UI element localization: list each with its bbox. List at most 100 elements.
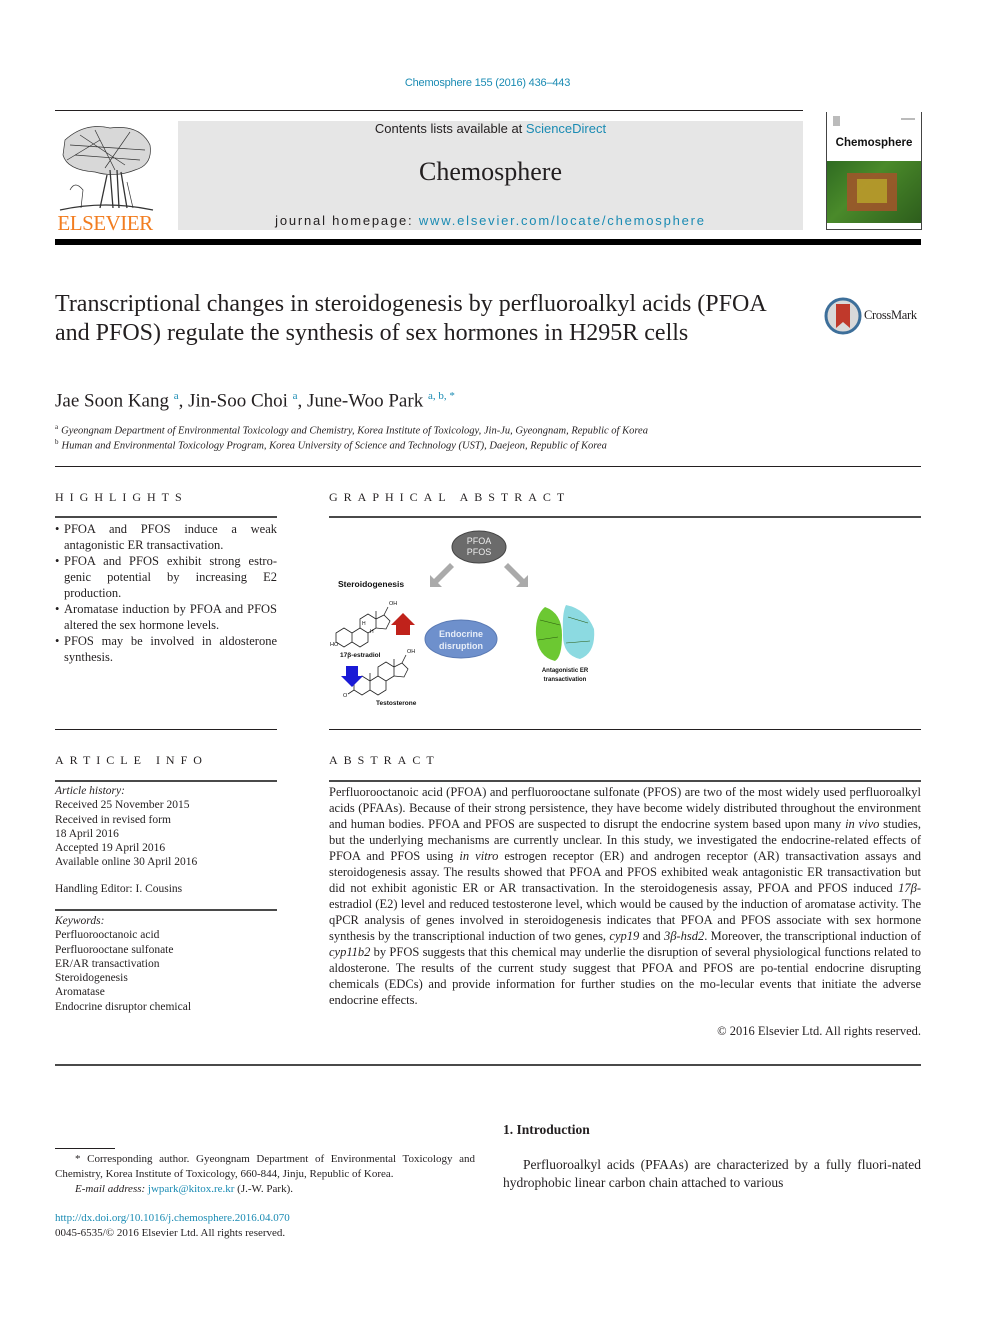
highlights-list: PFOA and PFOS induce a weak antagonistic… xyxy=(55,521,277,665)
abstract-segment: by PFOS suggests that this chemical may … xyxy=(329,945,921,1007)
increase-arrow-icon xyxy=(391,613,415,635)
keywords-label: Keywords: xyxy=(55,915,105,927)
keywords-rule xyxy=(55,909,277,911)
elsevier-logo[interactable]: ELSEVIER xyxy=(55,120,155,236)
article-info-rule xyxy=(55,780,277,782)
doi-block: http://dx.doi.org/10.1016/j.chemosphere.… xyxy=(55,1211,290,1241)
estradiol-structure xyxy=(335,606,391,648)
contents-line: Contents lists available at ScienceDirec… xyxy=(178,121,803,136)
h-label: H xyxy=(362,621,366,627)
receptor-label-line2: transactivation xyxy=(544,677,587,683)
history-item: Received 25 November 2015 xyxy=(55,799,190,812)
cover-logo-icon xyxy=(833,116,840,126)
endocrine-label: Endocrine xyxy=(439,629,483,639)
sciencedirect-link[interactable]: ScienceDirect xyxy=(526,121,606,136)
email-link[interactable]: jwpark@kitox.re.kr xyxy=(148,1183,235,1195)
cover-image xyxy=(827,161,921,223)
journal-name: Chemosphere xyxy=(419,157,562,186)
highlight-item: Aromatase induction by PFOA and PFOS alt… xyxy=(55,601,277,633)
crossmark-badge[interactable]: CrossMark xyxy=(824,296,924,336)
highlight-item: PFOA and PFOS exhibit strong estro-genic… xyxy=(55,553,277,601)
decrease-arrow-icon xyxy=(341,666,363,687)
author-separator: , xyxy=(178,390,189,412)
endocrine-disruption-node xyxy=(424,619,498,659)
pfoa-label: PFOA xyxy=(467,536,492,546)
estradiol-label: 17β-estradiol xyxy=(340,652,381,659)
homepage-link[interactable]: www.elsevier.com/locate/chemosphere xyxy=(419,213,706,228)
keyword: Aromatase xyxy=(55,986,105,999)
keyword: Perfluorooctanoic acid xyxy=(55,929,160,942)
testosterone-label: Testosterone xyxy=(376,700,417,707)
header-rule xyxy=(55,110,803,111)
keyword: ER/AR transactivation xyxy=(55,957,160,970)
corresponding-author: * Corresponding author. Gyeongnam Depart… xyxy=(55,1153,475,1180)
author-list: Jae Soon Kang a, Jin-Soo Choi a, June-Wo… xyxy=(55,390,455,412)
highlight-item: PFOS may be involved in aldosterone synt… xyxy=(55,633,277,665)
graphical-abstract-heading: GRAPHICAL ABSTRACT xyxy=(329,490,571,504)
ho-label: HO xyxy=(330,642,339,648)
section-divider xyxy=(55,466,921,467)
author-separator: , xyxy=(297,390,308,412)
header-thick-rule xyxy=(55,239,921,245)
cover-title: Chemosphere xyxy=(835,137,913,149)
footnote-rule xyxy=(55,1148,115,1149)
history-item: Received in revised form xyxy=(55,813,171,826)
author-name[interactable]: June-Woo Park xyxy=(307,390,423,411)
abstract-copyright: © 2016 Elsevier Ltd. All rights reserved… xyxy=(717,1024,921,1038)
introduction-text: Perfluoroalkyl acids (PFAAs) are charact… xyxy=(503,1157,921,1190)
journal-citation[interactable]: Chemosphere 155 (2016) 436–443 xyxy=(0,77,975,89)
oh-label: OH xyxy=(407,649,415,655)
abstract-italic: 17β xyxy=(898,881,917,895)
crossmark-icon xyxy=(824,297,862,335)
disruption-label: disruption xyxy=(439,641,483,651)
highlight-item: PFOA and PFOS induce a weak antagonistic… xyxy=(55,521,277,553)
author-affiliation-mark[interactable]: a, b, * xyxy=(428,390,455,402)
homepage-line: journal homepage: www.elsevier.com/locat… xyxy=(178,213,803,228)
issn-line: 0045-6535/© 2016 Elsevier Ltd. All right… xyxy=(55,1227,286,1239)
affiliation-mark: a xyxy=(55,423,59,431)
elsevier-wordmark: ELSEVIER xyxy=(57,211,153,235)
abstract-italic: 3β-hsd2 xyxy=(663,929,705,943)
journal-banner: Contents lists available at ScienceDirec… xyxy=(178,121,803,230)
abstract-italic: cyp19 xyxy=(609,929,640,943)
steroidogenesis-label: Steroidogenesis xyxy=(338,579,404,589)
abstract-text: Perfluorooctanoic acid (PFOA) and perflu… xyxy=(329,784,921,1008)
keyword: Perfluorooctane sulfonate xyxy=(55,943,174,956)
graphical-abstract-rule xyxy=(329,516,921,518)
abstract-segment: and xyxy=(639,929,664,943)
graphical-abstract-figure[interactable]: PFOA PFOS Steroidogenesis OH HO H H 17β-… xyxy=(330,525,620,715)
arrow-left-icon xyxy=(430,563,454,587)
arrow-right-icon xyxy=(504,563,528,587)
abstract-italic: in vitro xyxy=(459,849,499,863)
front-matter-rule xyxy=(55,1064,921,1066)
history-item: Accepted 19 April 2016 xyxy=(55,842,166,855)
affiliation-a: a Gyeongnam Department of Environmental T… xyxy=(55,423,648,437)
keywords: Keywords: Perfluorooctanoic acid Perfluo… xyxy=(55,914,277,1014)
email-label: E-mail address: xyxy=(75,1183,148,1195)
tree-icon xyxy=(59,126,154,211)
h-label: H xyxy=(370,629,374,635)
affiliation-mark: b xyxy=(55,438,59,446)
introduction-heading: 1. Introduction xyxy=(503,1122,590,1137)
cover-issn-mark xyxy=(901,118,915,120)
journal-cover[interactable]: Chemosphere xyxy=(826,112,922,230)
history-item: 18 April 2016 xyxy=(55,827,119,840)
keyword: Steroidogenesis xyxy=(55,972,128,985)
highlights-heading: HIGHLIGHTS xyxy=(55,490,188,504)
abstract-rule xyxy=(329,780,921,782)
handling-editor: Handling Editor: I. Cousins xyxy=(55,882,183,895)
article-info-heading: ARTICLE INFO xyxy=(55,753,208,767)
oh-label: OH xyxy=(389,601,397,607)
author-name[interactable]: Jin-Soo Choi xyxy=(188,390,288,411)
keyword: Endocrine disruptor chemical xyxy=(55,1000,192,1013)
affiliation-text: Gyeongnam Department of Environmental To… xyxy=(61,425,648,437)
highlights-rule xyxy=(55,516,277,518)
contents-prefix: Contents lists available at xyxy=(374,121,526,136)
er-protein-structure xyxy=(535,605,595,661)
doi-link[interactable]: http://dx.doi.org/10.1016/j.chemosphere.… xyxy=(55,1211,290,1226)
crossmark-label: CrossMark xyxy=(864,308,917,322)
author-name[interactable]: Jae Soon Kang xyxy=(55,390,169,411)
o-label: O xyxy=(343,693,348,699)
receptor-label-line1: Antagonistic ER xyxy=(542,668,589,674)
history-label: Article history: xyxy=(55,785,125,797)
